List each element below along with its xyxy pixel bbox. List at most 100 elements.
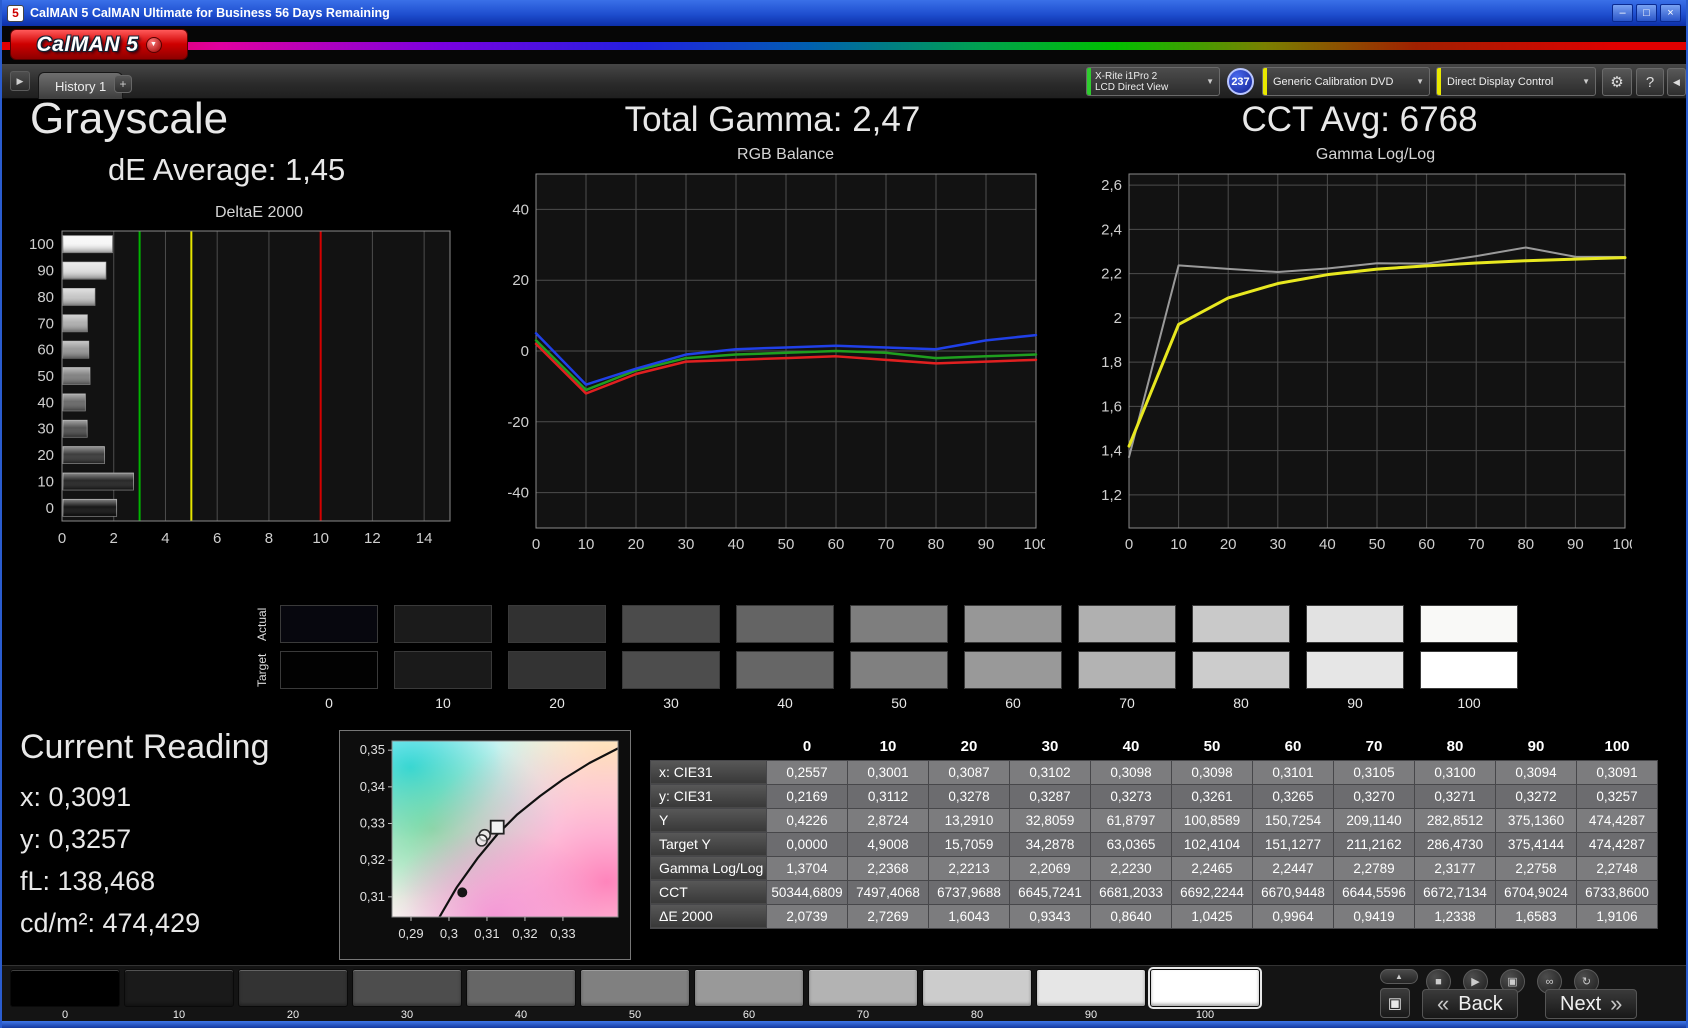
table-cell: 63,0365	[1090, 831, 1172, 857]
svg-text:20: 20	[628, 536, 645, 553]
grayscale-swatch-strip: Actual Target 0 10 20 30 40 50 60 70 80 90 100	[2, 585, 1686, 720]
source-selector[interactable]: Generic Calibration DVD ▼	[1262, 67, 1430, 96]
restore-button[interactable]: □	[1636, 4, 1657, 22]
chevron-down-icon: ▼	[1582, 77, 1590, 86]
swatch-level-label-0: 0	[325, 695, 333, 711]
svg-text:6: 6	[213, 530, 221, 547]
pattern-label-90: 90	[1084, 1009, 1098, 1021]
pattern-label-40: 40	[514, 1009, 528, 1021]
table-cell: 6692,2244	[1171, 879, 1253, 905]
table-cell: 0,3102	[1009, 759, 1091, 785]
pattern-label-70: 70	[856, 1009, 870, 1021]
svg-text:0: 0	[58, 530, 66, 547]
table-cell: 6737,9688	[928, 879, 1010, 905]
table-col-header-40: 40	[1090, 734, 1172, 760]
table-cell: 0,3098	[1171, 759, 1253, 785]
table-cell: 2,0739	[766, 903, 848, 929]
meter-name: X-Rite i1Pro 2	[1095, 70, 1158, 82]
deltae-2000-chart: 0 2 4 6 8 10 12 141009080706050403020100	[29, 230, 451, 547]
table-cell: 4,9008	[847, 831, 929, 857]
pattern-display-toggle-button[interactable]: ▣	[1380, 988, 1410, 1018]
meter-selector[interactable]: X-Rite i1Pro 2 LCD Direct View ▼	[1086, 67, 1220, 96]
pattern-button-80[interactable]	[922, 969, 1032, 1007]
svg-text:4: 4	[161, 530, 169, 547]
table-col-header-20: 20	[928, 734, 1010, 760]
logo-dropdown-icon[interactable]: ▼	[145, 36, 162, 53]
pattern-label-60: 60	[742, 1009, 756, 1021]
target-swatch-100	[1420, 651, 1518, 689]
table-cell: 0,3265	[1252, 783, 1334, 809]
svg-text:80: 80	[1517, 536, 1534, 553]
swatch-level-label-100: 100	[1457, 695, 1481, 711]
table-row-label: ΔE 2000	[650, 903, 767, 929]
table-cell: 6681,2033	[1090, 879, 1172, 905]
page-title: Grayscale	[30, 94, 229, 143]
svg-text:50: 50	[1369, 536, 1386, 553]
svg-text:70: 70	[37, 315, 54, 332]
svg-text:0,33: 0,33	[360, 816, 385, 831]
pattern-button-60[interactable]	[694, 969, 804, 1007]
svg-text:90: 90	[37, 263, 54, 280]
svg-text:0,3: 0,3	[440, 926, 458, 941]
table-cell: 6644,5596	[1333, 879, 1415, 905]
svg-text:0,32: 0,32	[360, 852, 385, 867]
settings-button[interactable]: ⚙	[1602, 68, 1632, 96]
table-cell: 2,2758	[1495, 855, 1577, 881]
current-reading-title: Current Reading	[20, 728, 270, 766]
arrow-left-icon: ◀	[1673, 76, 1680, 87]
table-row: x: CIE31 0,2557 0,3001 0,3087 0,3102 0,3098 0,…	[650, 759, 1658, 785]
help-button[interactable]: ?	[1636, 68, 1664, 96]
history-tab-label: History 1	[55, 78, 107, 94]
pattern-button-10[interactable]	[124, 969, 234, 1007]
svg-text:100: 100	[1023, 536, 1045, 553]
app-icon: 5	[7, 4, 24, 22]
rgb-balance-chart: 0 10 20 30 40 50 60 70 80 90 100 40 20 0 -20 -40	[507, 173, 1045, 553]
svg-text:1,2: 1,2	[1101, 487, 1122, 504]
pattern-button-100[interactable]	[1148, 967, 1262, 1009]
svg-text:2,2: 2,2	[1101, 266, 1122, 283]
eject-button[interactable]: ▲	[1380, 969, 1418, 984]
svg-text:2,6: 2,6	[1101, 177, 1122, 194]
add-tab-button[interactable]: +	[114, 75, 132, 93]
target-swatch-0	[280, 651, 378, 689]
pattern-button-40[interactable]	[466, 969, 576, 1007]
pattern-button-0[interactable]	[10, 969, 120, 1007]
close-button[interactable]: ×	[1660, 4, 1681, 22]
actual-swatch-10	[394, 605, 492, 643]
table-cell: 474,4287	[1576, 807, 1658, 833]
pattern-labels-row: 0 10 20 30 40 50 60 70 80 90 100	[10, 1009, 1260, 1021]
table-row: CCT 50344,6809 7497,4068 6737,9688 6645,7241…	[650, 879, 1658, 905]
pattern-button-30[interactable]	[352, 969, 462, 1007]
pattern-button-20[interactable]	[238, 969, 348, 1007]
svg-text:30: 30	[37, 421, 54, 438]
display-control-selector[interactable]: Direct Display Control ▼	[1436, 67, 1596, 96]
pattern-button-90[interactable]	[1036, 969, 1146, 1007]
pattern-button-70[interactable]	[808, 969, 918, 1007]
collapse-panel-button[interactable]: ◀	[1667, 68, 1686, 96]
svg-text:14: 14	[416, 530, 433, 547]
table-cell: 282,8512	[1414, 807, 1496, 833]
svg-text:0: 0	[1125, 536, 1133, 553]
actual-swatch-90	[1306, 605, 1404, 643]
pattern-label-20: 20	[286, 1009, 300, 1021]
meter-count-badge[interactable]: 237	[1227, 68, 1254, 95]
table-cell: 0,0000	[766, 831, 848, 857]
next-button[interactable]: Next »	[1545, 989, 1638, 1019]
back-label: Back	[1458, 992, 1503, 1015]
minimize-button[interactable]: –	[1612, 4, 1633, 22]
table-row: Gamma Log/Log 1,3704 2,2368 2,2213 2,2069 2,2…	[650, 855, 1658, 881]
swatch-level-label-30: 30	[663, 695, 679, 711]
svg-text:80: 80	[928, 536, 945, 553]
target-swatch-50	[850, 651, 948, 689]
actual-swatch-20	[508, 605, 606, 643]
calman-logo[interactable]: CalMAN 5 ▼	[10, 29, 188, 60]
table-cell: 474,4287	[1576, 831, 1658, 857]
pattern-button-50[interactable]	[580, 969, 690, 1007]
gear-icon: ⚙	[1610, 74, 1624, 91]
table-cell: 0,3272	[1495, 783, 1577, 809]
cct-avg-value: CCT Avg: 6768	[1241, 100, 1478, 139]
back-button[interactable]: « Back	[1422, 989, 1518, 1019]
swatch-level-label-50: 50	[891, 695, 907, 711]
panel-expand-left-button[interactable]: ▶	[10, 71, 30, 91]
target-swatch-30	[622, 651, 720, 689]
